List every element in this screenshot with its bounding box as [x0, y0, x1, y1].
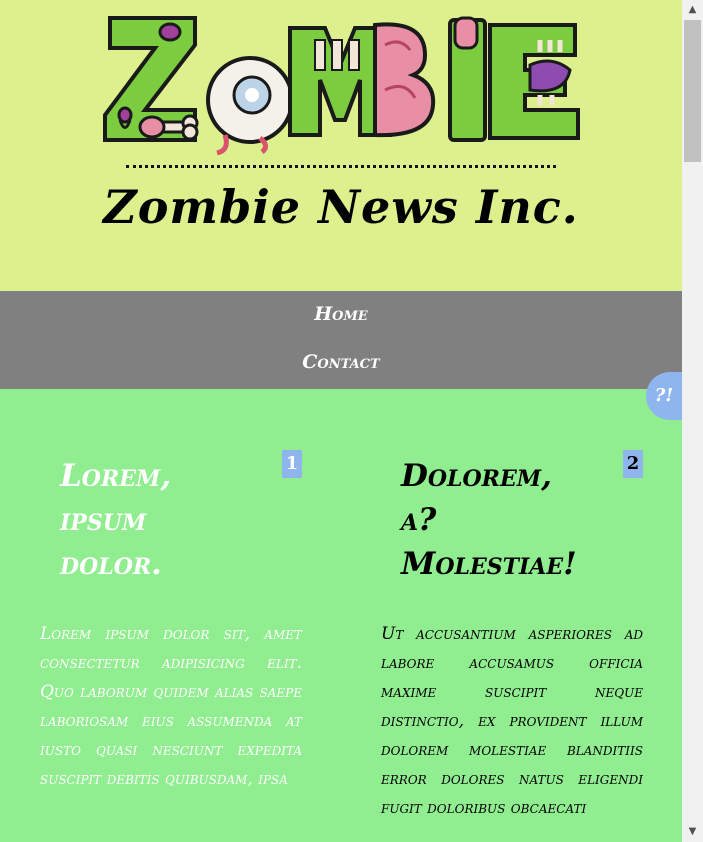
page: Zombie News Inc. Home Contact 1 Lorem, i… [0, 0, 682, 842]
vertical-scrollbar[interactable]: ▲ ▼ [682, 0, 703, 842]
nav-link-home[interactable]: Home [0, 303, 682, 325]
article-card-2: 2 Dolorem, a? Molestiae! Ut accusantium … [381, 440, 643, 823]
article-number-badge: 2 [623, 450, 643, 478]
article-body: Lorem ipsum dolor sit, amet consectetur … [40, 624, 302, 789]
nav-link-contact[interactable]: Contact [0, 351, 682, 373]
header-divider [126, 165, 556, 168]
scroll-up-icon[interactable]: ▲ [682, 0, 703, 20]
site-header: Zombie News Inc. [0, 0, 682, 291]
scrollbar-thumb[interactable] [684, 20, 701, 162]
zombie-logo-graphic [103, 16, 580, 156]
article-number-badge: 1 [282, 450, 302, 478]
zombie-logo [100, 10, 585, 156]
article-title: Lorem, ipsum dolor. [60, 458, 172, 582]
article-title: Dolorem, a? Molestiae! [401, 458, 577, 582]
scroll-down-icon[interactable]: ▼ [682, 822, 703, 842]
article-body: Ut accusantium asperiores ad labore accu… [381, 624, 643, 818]
article-card-1: 1 Lorem, ipsum dolor. Lorem ipsum dolor … [40, 440, 302, 794]
help-tab-button[interactable]: ?! [646, 372, 686, 420]
main-nav: Home Contact [0, 291, 682, 389]
site-title: Zombie News Inc. [103, 180, 579, 234]
